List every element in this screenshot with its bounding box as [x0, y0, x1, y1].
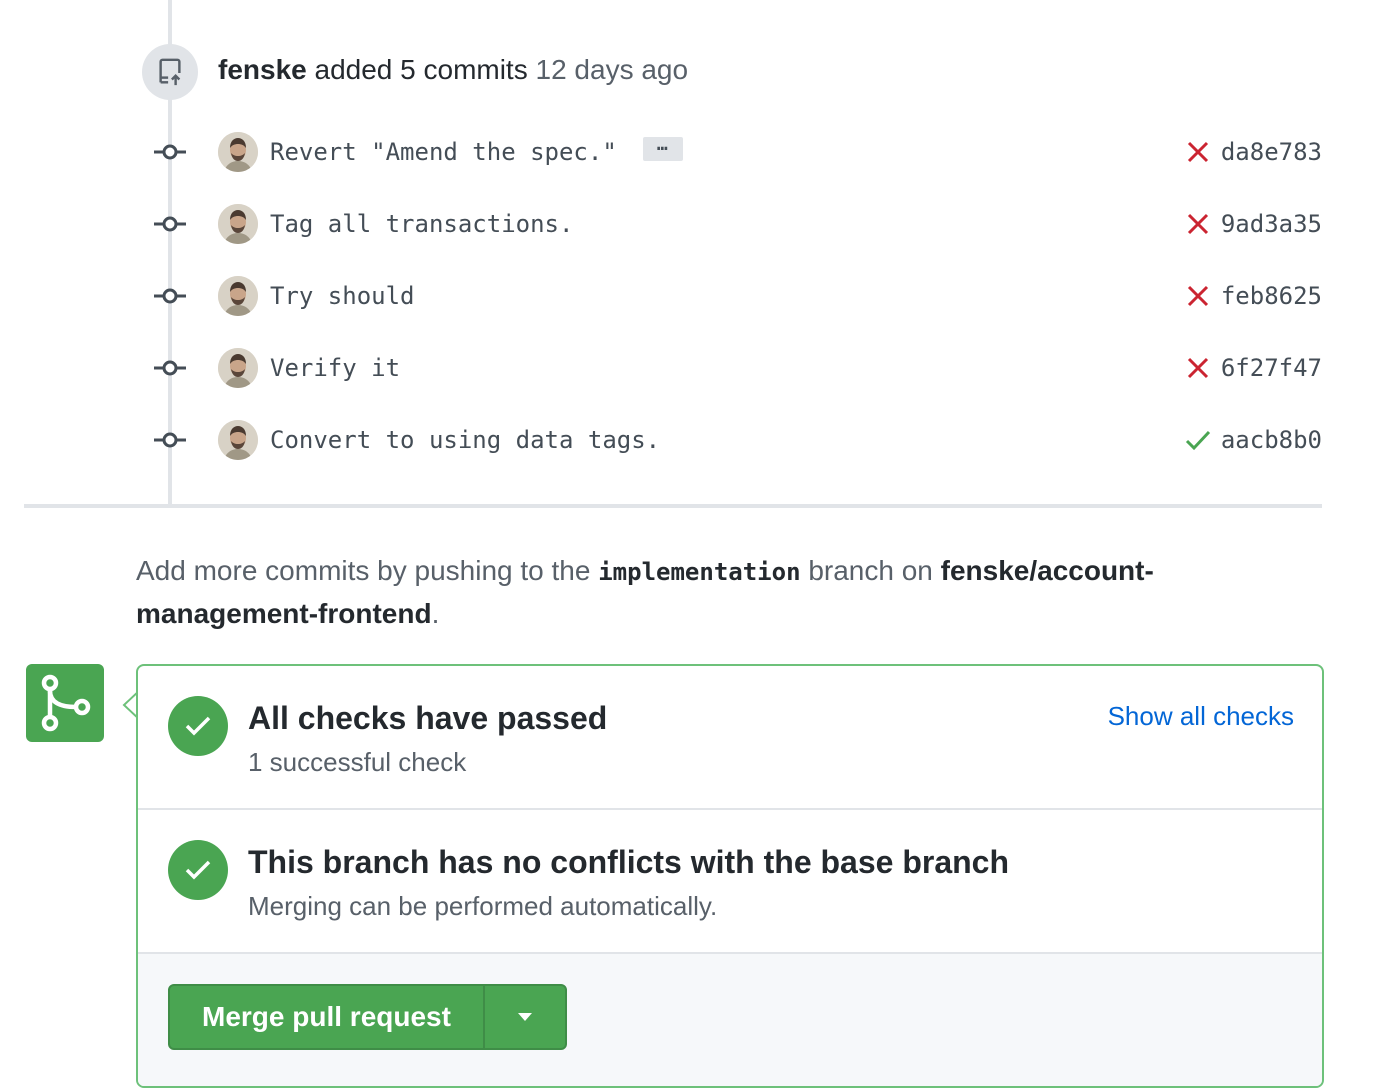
x-icon[interactable]	[1184, 138, 1212, 166]
avatar[interactable]	[218, 348, 258, 388]
commit-sha[interactable]: 9ad3a35	[1221, 208, 1322, 240]
commit-message-text[interactable]: Revert "Amend the spec."	[270, 138, 617, 166]
merge-button-group: Merge pull request	[168, 984, 567, 1050]
conflicts-subtitle: Merging can be performed automatically.	[248, 891, 718, 921]
check-icon[interactable]	[1184, 426, 1212, 454]
conflicts-section: This branch has no conflicts with the ba…	[138, 810, 1322, 954]
checks-subtitle: 1 successful check	[248, 747, 467, 777]
avatar[interactable]	[218, 132, 258, 172]
branch-name: implementation	[598, 558, 801, 586]
x-icon[interactable]	[1184, 282, 1212, 310]
checks-section: All checks have passed 1 successful chec…	[138, 666, 1322, 810]
commit-sha[interactable]: 6f27f47	[1221, 352, 1322, 384]
avatar[interactable]	[218, 420, 258, 460]
git-commit-icon	[154, 432, 186, 448]
push-time[interactable]: 12 days ago	[536, 54, 689, 85]
commit-sha[interactable]: da8e783	[1221, 136, 1322, 168]
conflicts-title: This branch has no conflicts with the ba…	[248, 844, 1010, 880]
commit-message[interactable]: Tag all transactions.	[270, 208, 573, 240]
commit-sha[interactable]: aacb8b0	[1221, 424, 1322, 456]
triangle-down-icon	[517, 1013, 532, 1021]
push-hint-middle: branch on	[808, 555, 933, 586]
git-commit-icon	[154, 360, 186, 376]
git-commit-icon	[154, 216, 186, 232]
timeline-divider	[24, 504, 1322, 508]
merge-pull-request-button[interactable]: Merge pull request	[170, 986, 483, 1048]
repo-push-icon	[142, 44, 198, 100]
merge-options-dropdown[interactable]	[482, 986, 565, 1048]
merge-box: All checks have passed 1 successful chec…	[136, 664, 1324, 1088]
merge-actions: Merge pull request	[138, 954, 1322, 1086]
push-hint-suffix: .	[431, 598, 440, 629]
commit-message[interactable]: Try should	[270, 280, 415, 312]
git-commit-icon	[154, 144, 186, 160]
commit-row: Tag all transactions. 9ad3a35	[0, 196, 1376, 252]
checks-title: All checks have passed	[248, 700, 608, 736]
push-hint: Add more commits by pushing to the imple…	[136, 550, 1236, 635]
commit-sha[interactable]: feb8625	[1221, 280, 1322, 312]
commit-message[interactable]: Convert to using data tags.	[270, 424, 660, 456]
commit-row: Try should feb8625	[0, 268, 1376, 324]
push-event-header: fenske added 5 commits 12 days ago	[218, 52, 688, 88]
push-author[interactable]: fenske	[218, 54, 307, 85]
avatar[interactable]	[218, 204, 258, 244]
x-icon[interactable]	[1184, 354, 1212, 382]
commit-message[interactable]: Verify it	[270, 352, 400, 384]
show-all-checks-link[interactable]: Show all checks	[1108, 698, 1294, 734]
git-commit-icon	[154, 288, 186, 304]
push-verb: added 5 commits	[314, 54, 528, 85]
commit-row: Convert to using data tags. aacb8b0	[0, 412, 1376, 468]
commit-message[interactable]: Revert "Amend the spec." …	[270, 136, 683, 168]
git-merge-icon	[26, 664, 104, 742]
x-icon[interactable]	[1184, 210, 1212, 238]
expand-commit-message-button[interactable]: …	[642, 136, 683, 161]
avatar[interactable]	[218, 276, 258, 316]
commit-row: Revert "Amend the spec." … da8e783	[0, 124, 1376, 180]
check-icon	[168, 696, 228, 756]
check-icon	[168, 840, 228, 900]
commit-row: Verify it 6f27f47	[0, 340, 1376, 396]
push-hint-prefix: Add more commits by pushing to the	[136, 555, 591, 586]
